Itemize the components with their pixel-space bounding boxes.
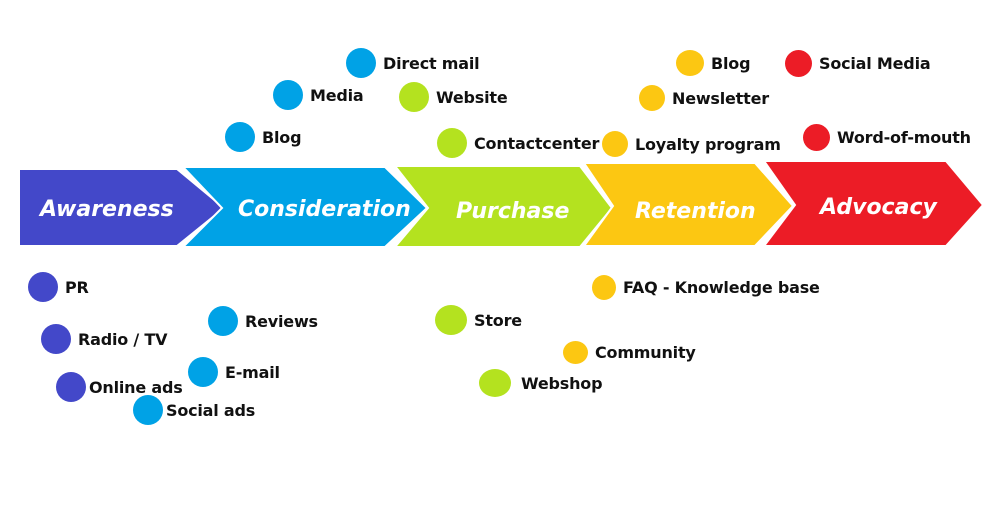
touchpoint-e-mail: E-mail xyxy=(188,357,280,387)
dot-icon xyxy=(676,50,704,76)
dot-icon xyxy=(225,122,255,152)
touchpoint-blog-consideration: Blog xyxy=(225,122,302,152)
touchpoint-direct-mail: Direct mail xyxy=(346,48,480,78)
touchpoint-pr: PR xyxy=(28,272,89,302)
dot-icon xyxy=(602,131,628,157)
touchpoint-social-ads: Social ads xyxy=(133,395,255,425)
touchpoint-label: Community xyxy=(595,343,696,362)
touchpoint-blog-retention: Blog xyxy=(676,50,751,76)
stage-advocacy: Advocacy xyxy=(761,160,985,247)
dot-icon xyxy=(133,395,163,425)
touchpoint-label: Online ads xyxy=(89,377,183,397)
touchpoint-label: Social ads xyxy=(166,400,256,420)
dot-icon xyxy=(346,48,376,78)
dot-icon xyxy=(435,305,467,335)
touchpoint-media: Media xyxy=(273,80,364,110)
touchpoint-label: PR xyxy=(65,277,89,297)
dot-icon xyxy=(28,272,58,302)
dot-icon xyxy=(188,357,218,387)
touchpoint-label: Word-of-mouth xyxy=(837,128,971,147)
stage-awareness: Awareness xyxy=(18,168,226,247)
touchpoint-label: Radio / TV xyxy=(78,329,168,349)
dot-icon xyxy=(437,128,467,158)
stage-label-consideration: Consideration xyxy=(238,197,411,222)
dot-icon xyxy=(56,372,86,402)
dot-icon xyxy=(399,82,429,112)
stage-label-purchase: Purchase xyxy=(456,199,569,224)
touchpoint-label: E-mail xyxy=(225,362,280,382)
touchpoint-label: Blog xyxy=(262,127,302,147)
touchpoint-label: Loyalty program xyxy=(635,134,781,154)
stage-label-advocacy: Advocacy xyxy=(818,195,938,220)
dot-icon xyxy=(639,85,665,111)
touchpoint-faq-knowledge-base: FAQ - Knowledge base xyxy=(592,275,820,300)
touchpoint-label: Media xyxy=(310,85,364,105)
touchpoint-radio-tv: Radio / TV xyxy=(41,324,168,354)
touchpoint-loyalty-program: Loyalty program xyxy=(602,131,781,157)
stage-purchase: Purchase xyxy=(392,165,614,248)
touchpoint-word-of-mouth: Word-of-mouth xyxy=(803,124,971,151)
dot-icon xyxy=(803,124,830,151)
dot-icon xyxy=(273,80,303,110)
touchpoint-newsletter: Newsletter xyxy=(639,85,769,111)
dot-icon xyxy=(592,275,616,300)
touchpoint-label: Social Media xyxy=(819,54,931,73)
dot-icon xyxy=(479,369,511,397)
touchpoint-social-media: Social Media xyxy=(785,50,931,77)
dot-icon xyxy=(563,341,588,364)
dot-icon xyxy=(785,50,812,77)
touchpoint-label: Store xyxy=(474,310,522,330)
touchpoint-website: Website xyxy=(399,82,508,112)
touchpoint-label: FAQ - Knowledge base xyxy=(623,278,820,297)
touchpoint-contactcenter: Contactcenter xyxy=(437,128,599,158)
touchpoint-label: Newsletter xyxy=(672,88,769,108)
touchpoint-label: Contactcenter xyxy=(474,133,600,153)
touchpoint-label: Blog xyxy=(711,53,751,73)
touchpoint-label: Direct mail xyxy=(383,53,480,73)
stage-retention: Retention xyxy=(582,162,795,247)
touchpoint-community: Community xyxy=(563,341,696,364)
touchpoint-store: Store xyxy=(435,305,522,335)
touchpoint-label: Website xyxy=(436,87,508,107)
stage-label-retention: Retention xyxy=(635,199,756,224)
dot-icon xyxy=(208,306,238,336)
dot-icon xyxy=(41,324,71,354)
touchpoint-reviews: Reviews xyxy=(208,306,318,336)
touchpoint-label: Webshop xyxy=(521,373,603,393)
touchpoint-webshop: Webshop xyxy=(479,369,603,397)
stage-label-awareness: Awareness xyxy=(38,197,174,222)
touchpoint-label: Reviews xyxy=(245,311,318,331)
customer-journey-diagram: Awareness Consideration Purchase Retenti… xyxy=(18,160,985,248)
